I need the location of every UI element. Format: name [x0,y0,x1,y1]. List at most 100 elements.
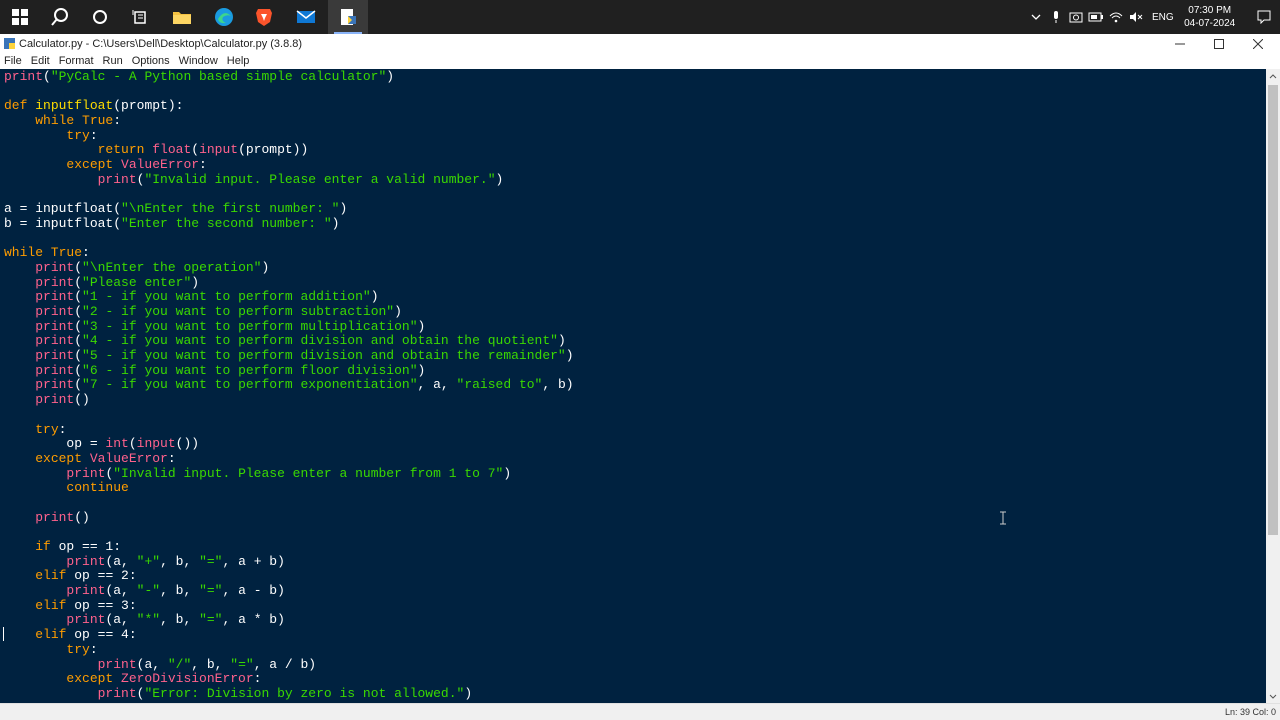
code-token: (prompt): [113,98,184,114]
code-token: ) [394,304,402,319]
widgets-button[interactable] [120,0,160,34]
menu-window[interactable]: Window [179,55,218,67]
file-explorer-button[interactable] [162,0,202,34]
edge-button[interactable] [204,0,244,34]
volume-muted-icon[interactable] [1126,0,1146,34]
chevron-up-icon[interactable] [1026,0,1046,34]
code-token: input [136,436,176,452]
microphone-icon[interactable] [1046,0,1066,34]
vertical-scrollbar[interactable] [1266,69,1280,703]
window-title: Calculator.py - C:\Users\Dell\Desktop\Ca… [19,37,303,50]
code-token: ) [191,274,200,290]
code-token: print [66,465,106,481]
code-token: if [35,539,59,554]
scroll-thumb[interactable] [1268,85,1278,535]
code-token: except [66,671,122,687]
battery-icon[interactable] [1086,0,1106,34]
code-token: , a * b) [222,612,285,628]
code-token: "\nEnter the operation" [82,259,262,275]
code-line: try: [4,642,574,658]
code-token: print [35,259,75,275]
code-token: ) [386,69,395,84]
code-line: print("7 - if you want to perform expone… [4,377,573,393]
mail-icon [296,10,316,23]
code-editor[interactable]: print("PyCalc - A Python based simple ca… [0,69,1266,703]
scroll-up-button[interactable] [1266,69,1280,83]
code-line: b = inputfloat("Enter the second number:… [4,215,574,232]
code-token: "3 - if you want to perform multiplicati… [82,318,418,334]
code-token: print [97,656,137,672]
mail-button[interactable] [286,0,326,34]
maximize-button[interactable] [1199,34,1239,53]
task-view-button[interactable] [80,0,120,34]
code-token: ) [331,215,340,231]
code-token: ZeroDivisionError [121,671,254,687]
code-token: while True [4,245,83,261]
chevron-down-icon [1269,694,1277,699]
minimize-button[interactable] [1160,34,1200,53]
scroll-down-button[interactable] [1266,689,1280,703]
title-bar: Calculator.py - C:\Users\Dell\Desktop\Ca… [0,34,1280,53]
search-button[interactable] [40,0,80,34]
code-token: try [35,421,59,437]
code-token: print [35,348,75,364]
close-button[interactable] [1238,34,1278,53]
code-token: print [4,69,44,84]
menu-file[interactable]: File [4,55,22,67]
notification-icon[interactable] [1254,0,1274,34]
idle-button[interactable] [328,0,368,34]
clock[interactable]: 07:30 PM 04-07-2024 [1180,4,1240,30]
code-token: except [35,450,90,466]
camera-icon[interactable] [1066,0,1086,34]
menu-options[interactable]: Options [132,55,170,67]
code-line: try: [4,128,574,144]
code-token: "6 - if you want to perform floor divisi… [82,362,418,378]
code-token: "5 - if you want to perform division and… [82,348,566,364]
minimize-icon [1175,43,1185,44]
brave-button[interactable] [244,0,284,34]
menu-help[interactable]: Help [227,55,250,67]
brave-icon [256,9,272,26]
menu-edit[interactable]: Edit [31,55,50,67]
code-token: "+" [136,553,161,569]
code-token: "4 - if you want to perform division and… [82,333,558,349]
taskbar: ENG 07:30 PM 04-07-2024 [0,0,1280,34]
code-token: , a, [417,377,457,393]
code-line: print() [4,392,574,408]
wifi-icon[interactable] [1106,0,1126,34]
code-token: except [66,157,122,173]
code-token: ValueError [89,450,168,466]
code-token: print [66,553,106,569]
code-token: ) [557,333,566,349]
code-token: "=" [230,656,254,672]
code-token: ) [417,318,426,334]
code-line: continue [4,480,574,496]
language-indicator[interactable]: ENG [1152,12,1174,23]
code-token: "1 - if you want to perform addition" [82,289,371,305]
menu-run[interactable]: Run [103,55,123,67]
menu-format[interactable]: Format [59,55,94,67]
code-token: print [35,509,75,525]
start-button[interactable] [0,0,40,34]
code-token: "*" [136,612,161,628]
code-line: print("Please enter") [4,274,574,291]
code-token: ( [74,333,83,349]
code-token: "Error: Division by zero is not allowed.… [144,685,465,701]
code-token: () [74,509,90,525]
code-token: int [105,436,129,452]
code-token: elif [35,568,75,584]
code-token: ( [74,318,83,334]
